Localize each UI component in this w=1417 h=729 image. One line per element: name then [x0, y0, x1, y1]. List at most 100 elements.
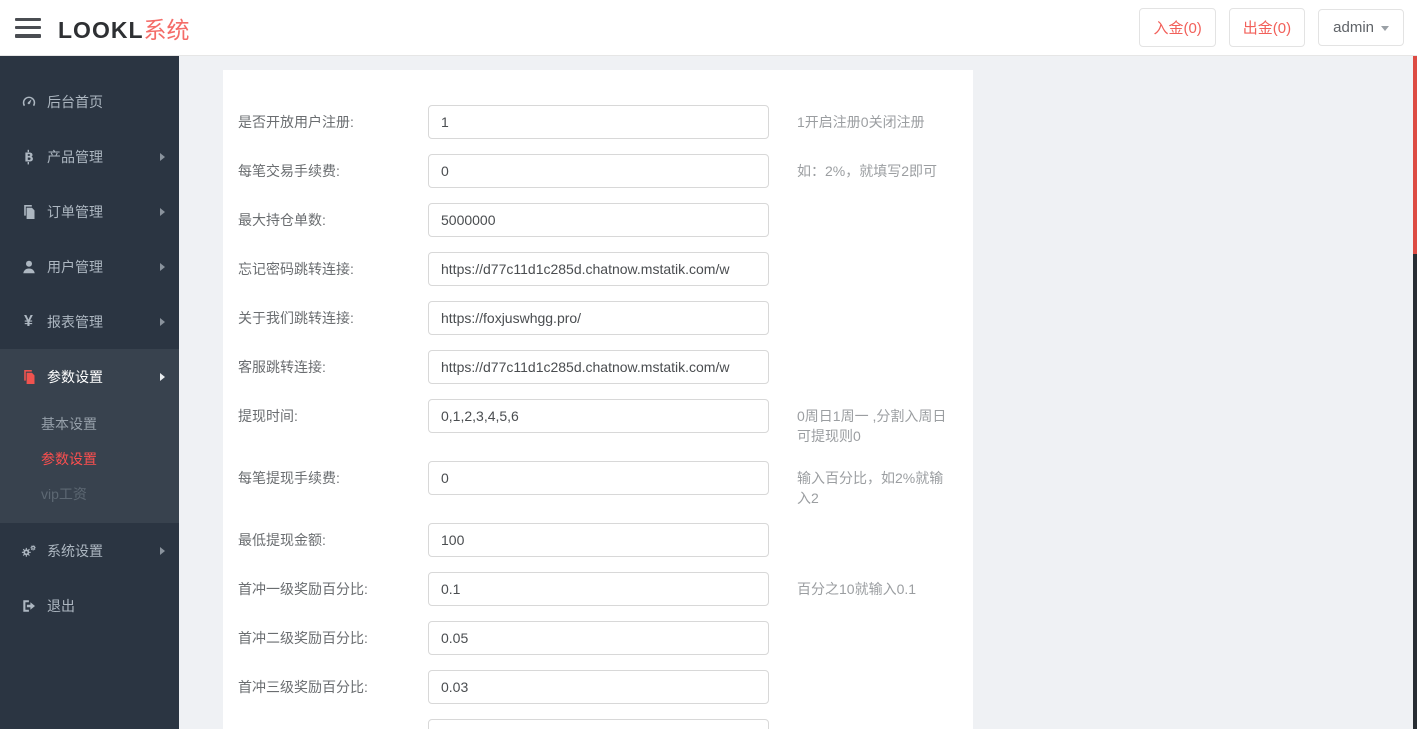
orders-icon — [19, 204, 38, 220]
form-row: 提现时间: 0周日1周一 ,分割入周日可提现则0 — [238, 399, 958, 446]
sidebar-item-label: 报表管理 — [47, 313, 103, 330]
chevron-right-icon — [160, 152, 165, 161]
sidebar-item-params-settings: 参数设置 基本设置 参数设置 vip工资 — [0, 349, 179, 523]
input-partial-bottom[interactable] — [428, 719, 769, 729]
chevron-right-icon — [160, 317, 165, 326]
input-first-deposit-level1-reward[interactable] — [428, 572, 769, 606]
input-forgot-password-url[interactable] — [428, 252, 769, 286]
scrollbar-thumb[interactable] — [1413, 56, 1417, 254]
gears-icon — [19, 543, 38, 559]
field-label: 最大持仓单数: — [238, 212, 326, 228]
sidebar-item-label: 后台首页 — [47, 93, 103, 110]
yen-icon: ¥ — [24, 312, 33, 330]
form-row: 首冲二级奖励百分比: — [238, 621, 958, 655]
sidebar-subitem-vip-salary[interactable]: vip工资 — [0, 476, 179, 511]
input-trade-fee[interactable] — [428, 154, 769, 188]
params-submenu: 基本设置 参数设置 vip工资 — [0, 404, 179, 523]
user-dropdown-label: admin — [1333, 19, 1374, 36]
field-label: 首冲二级奖励百分比: — [238, 630, 368, 646]
field-label: 关于我们跳转连接: — [238, 310, 354, 326]
field-label: 是否开放用户注册: — [238, 114, 354, 130]
form-row: 最大持仓单数: — [238, 203, 958, 237]
form-row: 客服跳转连接: — [238, 350, 958, 384]
sidebar-subitem-basic-settings[interactable]: 基本设置 — [0, 406, 179, 441]
sidebar-item-orders[interactable]: 订单管理 — [0, 184, 179, 239]
hamburger-menu-icon[interactable] — [15, 17, 41, 38]
chevron-right-icon — [160, 372, 165, 381]
navbar-actions: 入金(0) 出金(0) admin — [1139, 8, 1404, 47]
logout-icon — [19, 598, 38, 614]
field-label: 每笔提现手续费: — [238, 470, 340, 486]
chevron-right-icon — [160, 262, 165, 271]
input-about-us-url[interactable] — [428, 301, 769, 335]
dashboard-icon — [19, 94, 38, 110]
main-content: 是否开放用户注册: 1开启注册0关闭注册 每笔交易手续费: 如：2%，就填写2即… — [179, 56, 1413, 729]
withdraw-button[interactable]: 出金(0) — [1228, 8, 1306, 47]
field-hint — [797, 670, 957, 677]
sidebar-item-dashboard[interactable]: 后台首页 — [0, 74, 179, 129]
submenu-item-label: 基本设置 — [41, 415, 97, 432]
brand-suffix: 系统 — [143, 16, 190, 43]
scrollbar-track[interactable] — [1413, 56, 1417, 729]
user-dropdown[interactable]: admin — [1318, 9, 1404, 46]
input-first-deposit-level2-reward[interactable] — [428, 621, 769, 655]
sidebar-item-params-settings-link[interactable]: 参数设置 — [0, 349, 179, 404]
input-first-deposit-level3-reward[interactable] — [428, 670, 769, 704]
brand-name: LOOKL — [58, 16, 144, 43]
form-row — [238, 719, 958, 729]
field-hint — [797, 252, 957, 259]
form-row: 每笔交易手续费: 如：2%，就填写2即可 — [238, 154, 958, 188]
input-min-withdraw-amount[interactable] — [428, 523, 769, 557]
form-row: 忘记密码跳转连接: — [238, 252, 958, 286]
sidebar-item-products[interactable]: B 产品管理 — [0, 129, 179, 184]
field-label: 忘记密码跳转连接: — [238, 261, 354, 277]
field-hint — [797, 301, 957, 308]
field-hint — [797, 350, 957, 357]
input-withdraw-time[interactable] — [428, 399, 769, 433]
field-hint: 如：2%，就填写2即可 — [797, 163, 938, 179]
field-label: 最低提现金额: — [238, 532, 326, 548]
field-hint — [797, 719, 957, 726]
field-label: 首冲一级奖励百分比: — [238, 581, 368, 597]
input-registration-open[interactable] — [428, 105, 769, 139]
field-hint — [797, 203, 957, 210]
sidebar-item-label: 产品管理 — [47, 148, 103, 165]
field-hint: 1开启注册0关闭注册 — [797, 114, 925, 130]
sidebar-item-logout[interactable]: 退出 — [0, 578, 179, 633]
sidebar: 后台首页 B 产品管理 订单管理 用户管理 ¥ 报表管理 参数设置 基本设置 参… — [0, 56, 179, 729]
sidebar-menu: 后台首页 B 产品管理 订单管理 用户管理 ¥ 报表管理 参数设置 基本设置 参… — [0, 56, 179, 633]
withdraw-button-label: 出金(0) — [1242, 20, 1292, 37]
input-withdraw-fee[interactable] — [428, 461, 769, 495]
field-hint — [797, 621, 957, 628]
field-hint: 百分之10就输入0.1 — [797, 581, 917, 597]
field-label — [238, 719, 428, 727]
chevron-right-icon — [160, 546, 165, 555]
brand-logo: LOOKL系统 — [58, 11, 190, 45]
top-navbar: LOOKL系统 入金(0) 出金(0) admin — [0, 0, 1417, 56]
sidebar-item-label: 退出 — [47, 597, 75, 614]
field-label: 每笔交易手续费: — [238, 163, 340, 179]
form-row: 是否开放用户注册: 1开启注册0关闭注册 — [238, 105, 958, 139]
deposit-button[interactable]: 入金(0) — [1139, 8, 1216, 47]
form-row: 最低提现金额: — [238, 523, 958, 557]
field-label: 首冲三级奖励百分比: — [238, 679, 368, 695]
sidebar-item-label: 用户管理 — [47, 258, 103, 275]
submenu-item-label: 参数设置 — [41, 450, 97, 467]
submenu-item-label: vip工资 — [41, 485, 87, 502]
field-label: 提现时间: — [238, 408, 298, 424]
sidebar-item-reports[interactable]: ¥ 报表管理 — [0, 294, 179, 349]
sidebar-subitem-params-settings[interactable]: 参数设置 — [0, 441, 179, 476]
field-label: 客服跳转连接: — [238, 359, 326, 375]
form-row: 首冲三级奖励百分比: — [238, 670, 958, 704]
chevron-right-icon — [160, 207, 165, 216]
input-max-positions[interactable] — [428, 203, 769, 237]
user-icon — [19, 259, 38, 275]
caret-down-icon — [1381, 26, 1389, 31]
sidebar-item-label: 订单管理 — [47, 203, 103, 220]
sidebar-item-label: 系统设置 — [47, 542, 103, 559]
input-customer-service-url[interactable] — [428, 350, 769, 384]
sidebar-item-users[interactable]: 用户管理 — [0, 239, 179, 294]
form-row: 首冲一级奖励百分比: 百分之10就输入0.1 — [238, 572, 958, 606]
sidebar-item-system-settings[interactable]: 系统设置 — [0, 523, 179, 578]
deposit-button-label: 入金(0) — [1153, 20, 1202, 37]
